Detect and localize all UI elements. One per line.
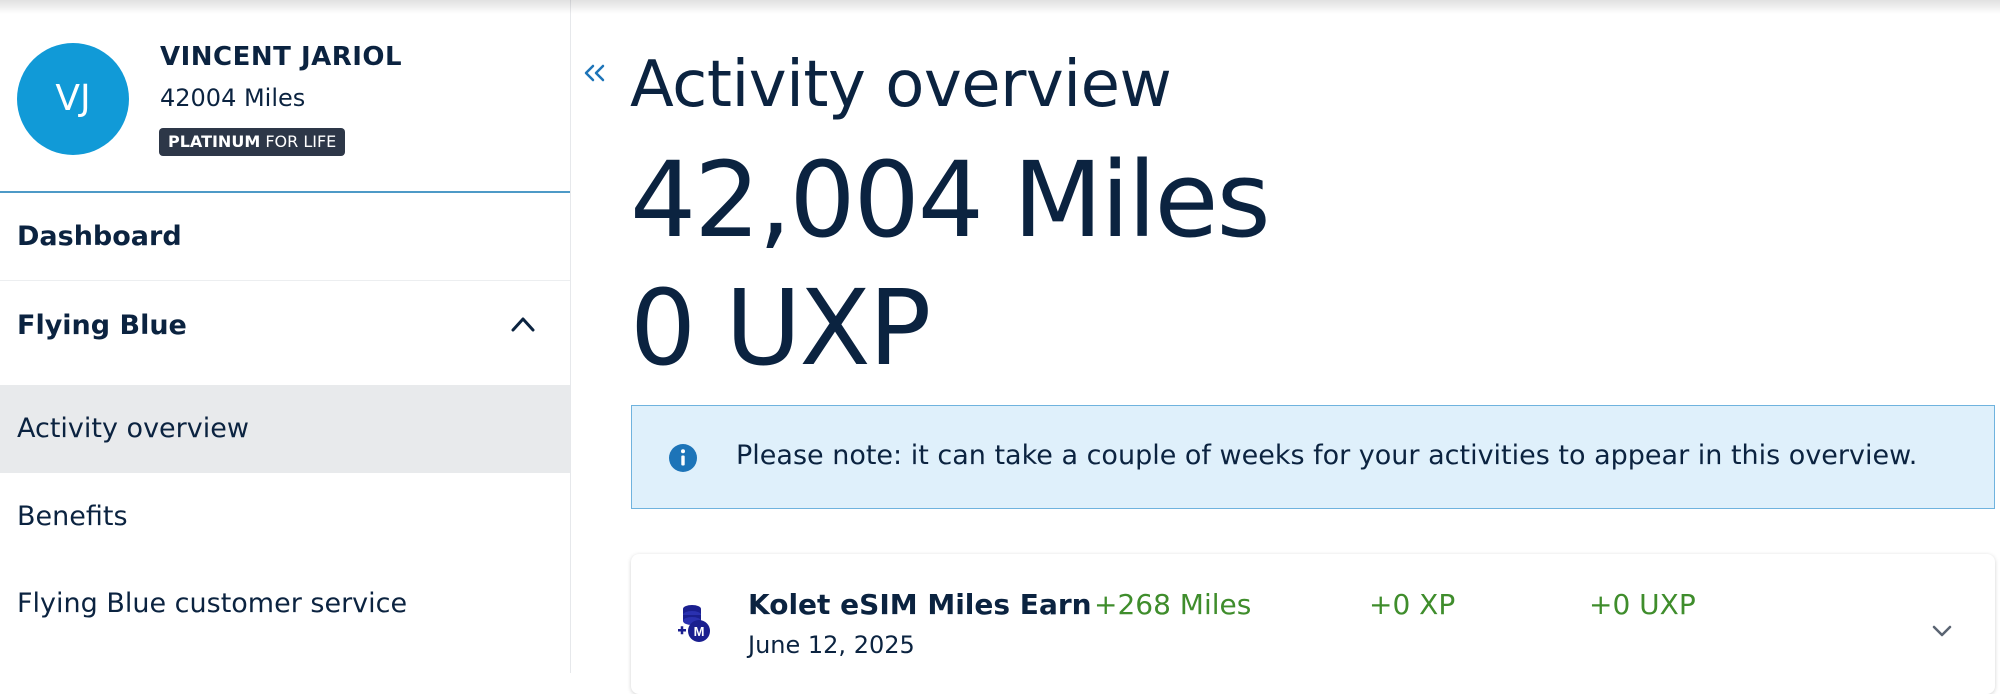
sidebar-item-label: Flying Blue bbox=[17, 310, 187, 341]
sidebar-item-dashboard[interactable]: Dashboard bbox=[0, 193, 570, 281]
miles-total: 42,004 Miles bbox=[630, 139, 1271, 261]
activity-card[interactable]: M Kolet eSIM Miles Earn June 12, 2025 +2… bbox=[631, 554, 1995, 694]
double-chevron-left-icon[interactable] bbox=[582, 62, 608, 84]
info-notice: Please note: it can take a couple of wee… bbox=[631, 405, 1995, 509]
sidebar-item-flying-blue[interactable]: Flying Blue bbox=[0, 282, 570, 370]
sidebar-item-label: Flying Blue customer service bbox=[17, 588, 408, 619]
activity-date: June 12, 2025 bbox=[748, 631, 915, 659]
profile-header: VJ VINCENT JARIOL 42004 Miles PLATINUM F… bbox=[0, 0, 570, 193]
status-badge-suffix: FOR LIFE bbox=[260, 132, 337, 151]
avatar: VJ bbox=[17, 43, 129, 155]
activity-xp: +0 XP bbox=[1369, 588, 1456, 621]
top-shadow bbox=[0, 0, 2000, 14]
sidebar-item-activity-overview[interactable]: Activity overview bbox=[0, 385, 570, 473]
svg-text:M: M bbox=[694, 624, 705, 639]
activity-title: Kolet eSIM Miles Earn bbox=[748, 588, 1092, 621]
info-icon bbox=[669, 444, 697, 472]
notice-text: Please note: it can take a couple of wee… bbox=[736, 440, 1918, 471]
status-badge: PLATINUM FOR LIFE bbox=[159, 128, 346, 156]
sidebar-item-label: Dashboard bbox=[17, 221, 182, 252]
activity-uxp: +0 UXP bbox=[1589, 588, 1696, 621]
chevron-down-icon[interactable] bbox=[1931, 624, 1953, 638]
activity-miles: +268 Miles bbox=[1094, 588, 1252, 621]
sidebar-item-benefits[interactable]: Benefits bbox=[0, 473, 570, 561]
sidebar-item-label: Benefits bbox=[17, 501, 128, 532]
profile-name: VINCENT JARIOL bbox=[160, 42, 403, 72]
chevron-up-icon[interactable] bbox=[510, 314, 536, 334]
sidebar: VJ VINCENT JARIOL 42004 Miles PLATINUM F… bbox=[0, 0, 571, 673]
miles-coin-icon: M bbox=[678, 605, 710, 642]
sidebar-item-customer-service[interactable]: Flying Blue customer service bbox=[0, 560, 570, 648]
sidebar-item-label: Activity overview bbox=[17, 413, 249, 444]
uxp-total: 0 UXP bbox=[630, 267, 931, 389]
profile-miles: 42004 Miles bbox=[160, 84, 306, 112]
page-title: Activity overview bbox=[630, 48, 1172, 122]
status-badge-level: PLATINUM bbox=[168, 132, 261, 151]
